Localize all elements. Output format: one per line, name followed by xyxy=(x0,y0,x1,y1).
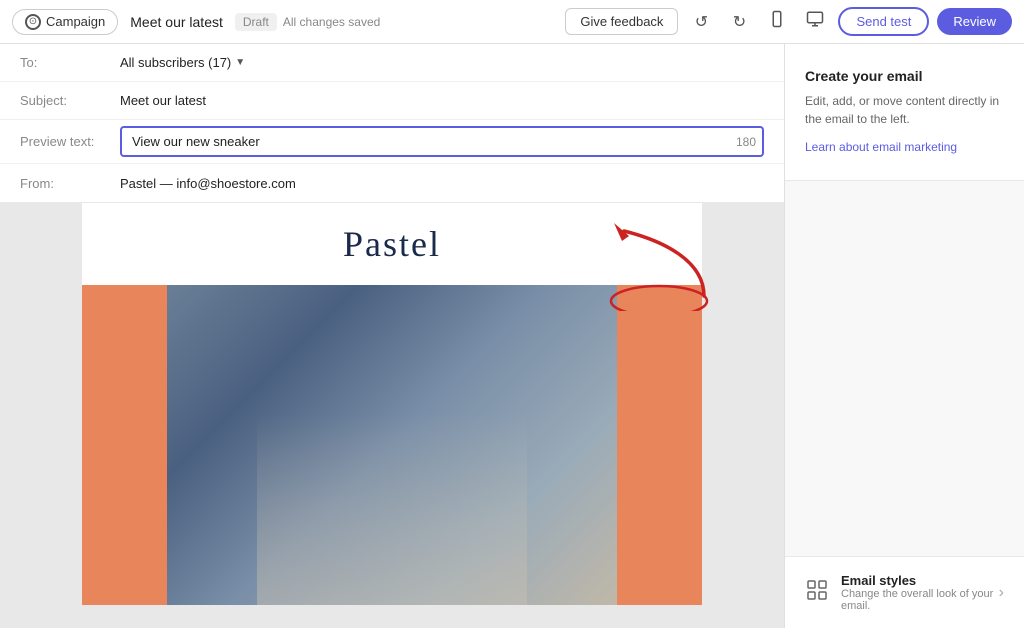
mobile-view-button[interactable] xyxy=(762,7,792,37)
send-test-button[interactable]: Send test xyxy=(838,7,929,36)
right-panel: Create your email Edit, add, or move con… xyxy=(784,44,1024,628)
email-meta: To: All subscribers (17) ▼ Subject: Meet… xyxy=(0,44,784,203)
redo-icon: ↻ xyxy=(733,12,746,32)
email-canvas: Pastel xyxy=(0,203,784,628)
char-count: 180 xyxy=(736,135,756,149)
draft-badge: Draft xyxy=(235,13,277,31)
styles-icon xyxy=(805,578,829,608)
orange-col-right xyxy=(617,285,702,605)
preview-label: Preview text: xyxy=(20,134,120,149)
email-header-section: Pastel xyxy=(82,203,702,285)
to-label: To: xyxy=(20,55,120,70)
from-label: From: xyxy=(20,176,120,191)
review-button[interactable]: Review xyxy=(937,8,1012,35)
desktop-view-button[interactable] xyxy=(800,7,830,37)
email-area: To: All subscribers (17) ▼ Subject: Meet… xyxy=(0,44,784,628)
topbar: ⊙ Campaign Meet our latest Draft All cha… xyxy=(0,0,1024,44)
subject-label: Subject: xyxy=(20,93,120,108)
preview-text-input[interactable] xyxy=(120,126,764,157)
learn-link[interactable]: Learn about email marketing xyxy=(805,140,957,154)
topbar-right: Give feedback ↺ ↻ Send test Review xyxy=(565,7,1012,37)
create-email-desc: Edit, add, or move content directly in t… xyxy=(805,92,1004,128)
mobile-icon xyxy=(768,10,786,33)
tab-name: Meet our latest xyxy=(124,14,229,30)
create-email-section: Create your email Edit, add, or move con… xyxy=(785,44,1024,181)
styles-title: Email styles xyxy=(841,573,999,588)
preview-input-wrapper: 180 xyxy=(120,126,764,157)
from-value: Pastel — info@shoestore.com xyxy=(120,176,296,191)
sneaker-image xyxy=(167,285,617,605)
subject-row: Subject: Meet our latest xyxy=(0,82,784,120)
email-styles-section[interactable]: Email styles Change the overall look of … xyxy=(785,556,1024,628)
style-text-group: Email styles Change the overall look of … xyxy=(841,573,999,612)
undo-icon: ↺ xyxy=(695,12,708,32)
feedback-button[interactable]: Give feedback xyxy=(565,8,678,35)
email-image-row xyxy=(82,285,702,605)
to-row: To: All subscribers (17) ▼ xyxy=(0,44,784,82)
saved-text: All changes saved xyxy=(283,15,380,29)
campaign-icon: ⊙ xyxy=(25,14,41,30)
undo-button[interactable]: ↺ xyxy=(686,7,716,37)
styles-desc: Change the overall look of your email. xyxy=(841,588,999,612)
to-dropdown-arrow[interactable]: ▼ xyxy=(235,57,245,68)
brand-name: Pastel xyxy=(343,224,441,264)
panel-spacer xyxy=(785,189,1024,556)
preview-row: Preview text: 180 xyxy=(0,120,784,164)
from-row: From: Pastel — info@shoestore.com xyxy=(0,164,784,202)
email-preview: Pastel xyxy=(0,203,784,628)
to-value[interactable]: All subscribers (17) ▼ xyxy=(120,55,245,70)
main-layout: To: All subscribers (17) ▼ Subject: Meet… xyxy=(0,44,1024,628)
redo-button[interactable]: ↻ xyxy=(724,7,754,37)
orange-col-left xyxy=(82,285,167,605)
campaign-button[interactable]: ⊙ Campaign xyxy=(12,9,118,35)
topbar-left: ⊙ Campaign Meet our latest Draft All cha… xyxy=(12,9,380,35)
desktop-icon xyxy=(806,10,824,33)
create-email-title: Create your email xyxy=(805,68,1004,84)
to-value-text: All subscribers (17) xyxy=(120,55,231,70)
chevron-right-icon: › xyxy=(999,584,1004,602)
campaign-label: Campaign xyxy=(46,14,105,29)
email-body: Pastel xyxy=(82,203,702,605)
subject-value: Meet our latest xyxy=(120,93,206,108)
